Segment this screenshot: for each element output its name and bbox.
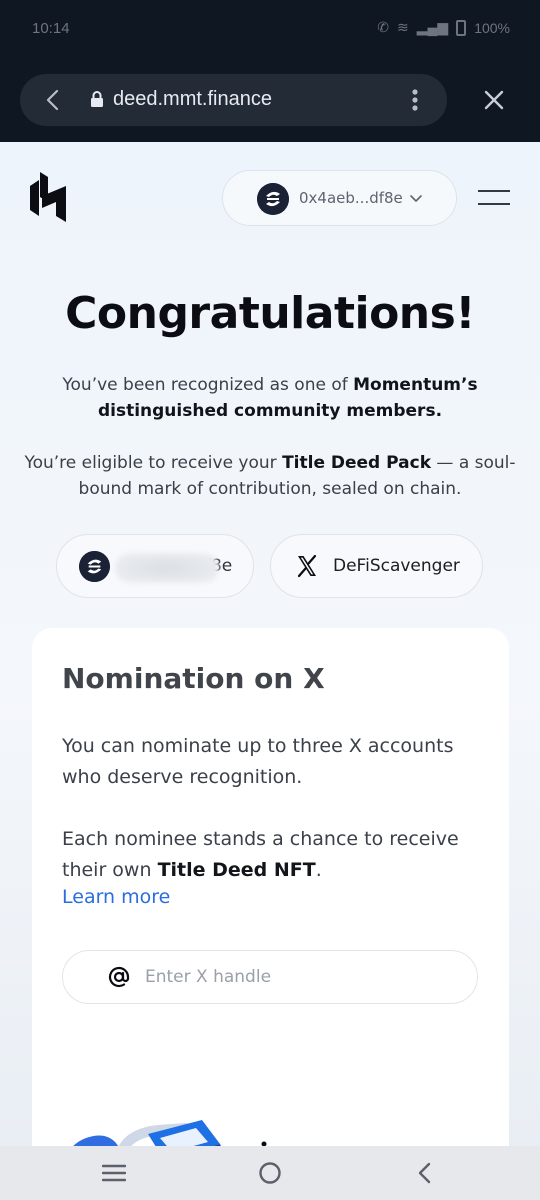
recognition-text: You’ve been recognized as one of Momentu…	[24, 372, 516, 424]
menu-line	[478, 203, 510, 205]
signal-icon: ▂▄▆	[416, 19, 449, 35]
wifi-icon: ≋	[397, 19, 409, 35]
recent-apps-icon[interactable]	[102, 1163, 126, 1183]
nomination-title: Nomination on X	[62, 662, 325, 695]
wallet-chip[interactable]: f8e	[56, 534, 254, 598]
back-arrow-icon[interactable]	[42, 88, 64, 112]
status-icons: ✆ ≋ ▂▄▆ 100%	[377, 19, 510, 36]
eligibility-prefix: You’re eligible to receive your	[24, 453, 283, 473]
url-text[interactable]: deed.mmt.finance	[113, 88, 272, 111]
address-bar[interactable]: deed.mmt.finance	[20, 74, 447, 126]
reward-bold: Title Deed NFT	[157, 859, 316, 881]
web-page: 0x4aeb...df8e Congratulations! You’ve be…	[0, 142, 540, 1146]
x-account-chip[interactable]: DeFiScavenger	[270, 534, 483, 598]
wallet-button[interactable]: 0x4aeb...df8e	[222, 170, 457, 226]
menu-icon[interactable]	[478, 190, 510, 206]
wallet-avatar-icon	[79, 551, 110, 582]
status-time: 10:14	[32, 20, 70, 37]
page-title: Congratulations!	[65, 288, 475, 339]
momentum-logo-icon[interactable]	[30, 172, 66, 224]
battery-level: 100%	[474, 19, 510, 36]
status-bar: 10:14 ✆ ≋ ▂▄▆ 100%	[0, 0, 540, 60]
system-navigation-bar	[0, 1146, 540, 1200]
wallet-avatar-icon	[257, 183, 289, 215]
x-handle-field[interactable]	[62, 950, 478, 1004]
redaction-blur	[115, 553, 219, 583]
at-sign-icon	[108, 966, 130, 988]
nomination-card: Nomination on X You can nominate up to t…	[32, 628, 509, 1146]
battery-icon	[456, 19, 467, 36]
menu-line	[478, 190, 510, 192]
nomination-reward-text: Each nominee stands a chance to receive …	[62, 824, 482, 886]
eligibility-text: You’re eligible to receive your Title De…	[24, 450, 516, 502]
lock-icon	[91, 91, 103, 107]
nav-back-icon[interactable]	[416, 1161, 434, 1185]
x-handle-input[interactable]	[145, 963, 445, 991]
eligibility-bold: Title Deed Pack	[282, 453, 432, 473]
x-logo-icon	[297, 554, 317, 578]
more-vertical-icon[interactable]	[410, 88, 420, 112]
home-icon[interactable]	[258, 1161, 282, 1185]
recognition-prefix: You’ve been recognized as one of	[62, 375, 354, 395]
nomination-description: You can nominate up to three X accounts …	[62, 735, 454, 788]
chevron-down-icon	[410, 195, 422, 202]
decorative-illustration	[73, 1120, 267, 1146]
wallet-address: 0x4aeb...df8e	[299, 189, 403, 207]
close-icon[interactable]	[482, 88, 506, 112]
learn-more-link[interactable]: Learn more	[62, 886, 170, 908]
x-handle: DeFiScavenger	[333, 556, 460, 576]
call-icon: ✆	[377, 19, 389, 35]
browser-toolbar: deed.mmt.finance	[0, 60, 540, 142]
reward-suffix: .	[315, 859, 322, 881]
